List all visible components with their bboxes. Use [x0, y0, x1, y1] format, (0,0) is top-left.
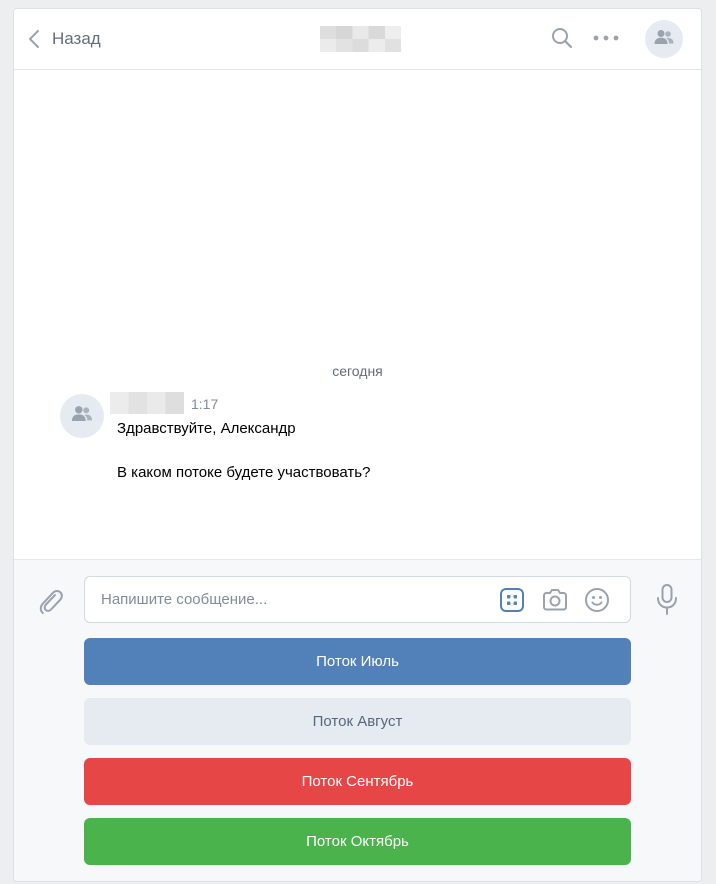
date-separator: сегодня: [332, 363, 383, 379]
back-button[interactable]: Назад: [28, 25, 101, 53]
group-avatar-icon: [71, 405, 93, 427]
chat-window: Назад сегодня 1:17 Здравствуйте, Алексан…: [13, 8, 702, 882]
message-input-box: [84, 576, 631, 623]
message-line: В каком потоке будете участвовать?: [117, 464, 371, 481]
search-icon[interactable]: [550, 26, 574, 55]
microphone-icon[interactable]: [655, 583, 679, 622]
keyboard-button-august[interactable]: Поток Август: [84, 698, 631, 745]
chevron-left-icon: [28, 29, 40, 49]
chat-avatar-button[interactable]: [645, 20, 683, 58]
emoji-icon[interactable]: [584, 587, 610, 618]
keyboard-button-september[interactable]: Поток Сентябрь: [84, 758, 631, 805]
group-avatar-icon: [654, 29, 674, 50]
message-text: Здравствуйте, Александр В каком потоке б…: [117, 418, 637, 484]
composer: Поток Июль Поток Август Поток Сентябрь П…: [14, 559, 701, 881]
more-icon[interactable]: [592, 30, 620, 51]
paperclip-icon[interactable]: [37, 588, 65, 621]
keyboard-button-july[interactable]: Поток Июль: [84, 638, 631, 685]
chat-title-redacted: [320, 26, 401, 52]
message-line: Здравствуйте, Александр: [117, 420, 296, 437]
camera-icon[interactable]: [541, 587, 569, 618]
sender-avatar[interactable]: [60, 394, 104, 438]
chat-header: Назад: [14, 9, 701, 70]
message-input[interactable]: [101, 577, 481, 622]
sender-name-redacted[interactable]: [110, 392, 184, 414]
message-time: 1:17: [191, 396, 219, 412]
back-label: Назад: [52, 29, 101, 48]
message-line: [117, 440, 637, 462]
message-history: сегодня 1:17 Здравствуйте, Александр В к…: [14, 71, 701, 559]
keyboard-button-october[interactable]: Поток Октябрь: [84, 818, 631, 865]
keyboard-icon[interactable]: [499, 587, 525, 618]
